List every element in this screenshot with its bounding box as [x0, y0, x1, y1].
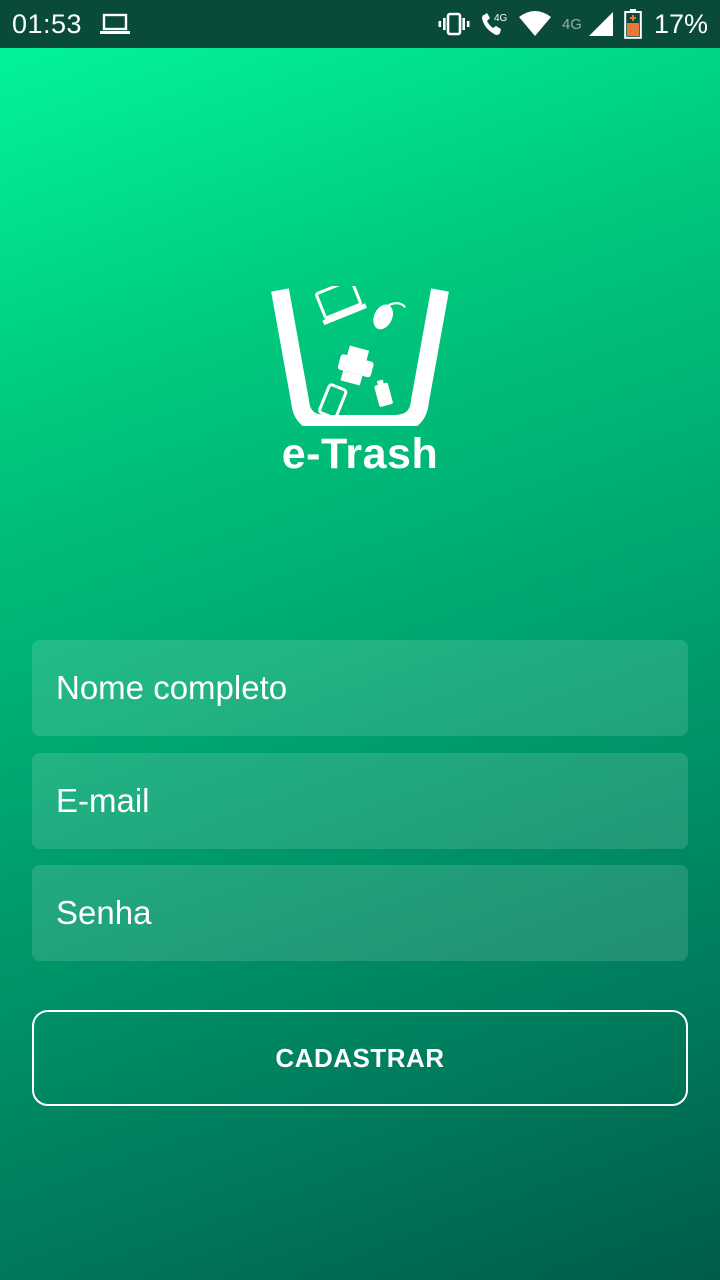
status-bar: 01:53 4G 4G 17%: [0, 0, 720, 48]
app-logo: e-Trash: [270, 286, 450, 486]
svg-text:4G: 4G: [494, 13, 508, 24]
status-time: 01:53: [12, 8, 83, 39]
email-field-container: [32, 753, 688, 849]
status-icons: 4G 4G 17%: [438, 9, 708, 40]
name-field-container: [32, 640, 688, 736]
full-name-input[interactable]: [56, 640, 688, 736]
laptop-icon: [100, 13, 131, 35]
password-field-container: [32, 865, 688, 961]
battery-icon: [624, 9, 642, 39]
vibrate-icon: [438, 12, 470, 36]
wifi-icon: [518, 11, 552, 37]
register-screen: e-Trash CADASTRAR: [0, 48, 720, 1280]
app-logo-text: e-Trash: [281, 430, 439, 478]
register-button[interactable]: CADASTRAR: [32, 1010, 688, 1106]
password-input[interactable]: [56, 865, 688, 961]
volte-call-icon: 4G: [480, 11, 508, 37]
signal-icon: [588, 11, 614, 37]
trash-bin-icon: [271, 286, 449, 426]
email-input[interactable]: [56, 753, 688, 849]
network-type-label: 4G: [561, 15, 582, 33]
battery-percent: 17%: [653, 8, 708, 39]
